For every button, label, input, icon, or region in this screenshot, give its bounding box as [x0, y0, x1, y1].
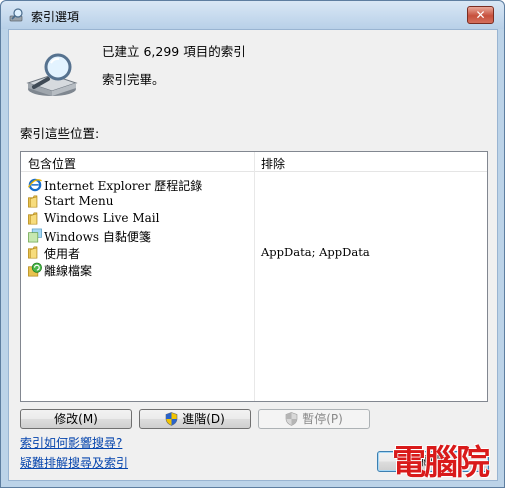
modify-button-label: 修改(M)	[54, 412, 98, 426]
location-name: Windows 自黏便箋	[44, 230, 151, 244]
location-name: 離線檔案	[44, 264, 93, 278]
indexing-status-text: 索引完畢。	[102, 72, 165, 87]
location-name: Internet Explorer 歷程記錄	[44, 179, 203, 193]
indexing-options-window: 索引選項 ✕ 已建立 6,299 項目的索引 索引完畢。 索引這些位置: 包含位…	[0, 0, 505, 488]
uac-shield-icon	[285, 412, 298, 426]
folder-icon	[28, 246, 38, 259]
list-item[interactable]: 使用者 AppData; AppData	[21, 244, 487, 261]
location-name: Start Menu	[44, 194, 114, 208]
offline-files-icon	[28, 262, 42, 277]
internet-explorer-icon	[27, 178, 42, 192]
location-name: 使用者	[44, 247, 81, 261]
pause-button[interactable]: 暫停(P)	[258, 409, 370, 429]
indexing-options-icon	[9, 8, 23, 22]
title-bar: 索引選項 ✕	[1, 1, 504, 29]
close-window-button[interactable]: ✕	[467, 6, 494, 24]
locations-label: 索引這些位置:	[20, 126, 100, 141]
folder-icon	[28, 195, 38, 208]
location-excluded: AppData; AppData	[261, 245, 370, 259]
troubleshoot-search-link[interactable]: 疑難排解搜尋及索引	[20, 454, 128, 471]
indexing-magnifier-icon	[26, 53, 78, 96]
window-title: 索引選項	[31, 10, 80, 24]
site-watermark: 電腦院	[392, 443, 490, 483]
modify-button[interactable]: 修改(M)	[20, 409, 132, 429]
list-item[interactable]: Start Menu	[21, 193, 487, 210]
how-indexing-affects-search-link[interactable]: 索引如何影響搜尋?	[20, 434, 122, 451]
list-item[interactable]: Windows 自黏便箋	[21, 227, 487, 244]
list-item[interactable]: Internet Explorer 歷程記錄	[21, 176, 487, 193]
column-header-excluded[interactable]: 排除	[261, 155, 285, 172]
list-item[interactable]: Windows Live Mail	[21, 210, 487, 227]
indexed-count-text: 已建立 6,299 項目的索引	[102, 44, 246, 59]
uac-shield-icon	[165, 412, 178, 426]
column-header-included[interactable]: 包含位置	[28, 155, 76, 172]
advanced-button[interactable]: 進階(D)	[139, 409, 251, 429]
pause-button-label: 暫停(P)	[302, 412, 343, 426]
folder-icon	[28, 212, 38, 225]
list-item[interactable]: 離線檔案	[21, 261, 487, 278]
indexed-locations-list[interactable]: 包含位置 排除 Internet Explorer 歷程記錄 Start Men…	[20, 151, 488, 402]
advanced-button-label: 進階(D)	[182, 412, 225, 426]
sticky-notes-icon	[28, 228, 42, 243]
dialog-body: 已建立 6,299 項目的索引 索引完畢。 索引這些位置: 包含位置 排除 In…	[8, 29, 498, 481]
location-name: Windows Live Mail	[44, 211, 160, 225]
